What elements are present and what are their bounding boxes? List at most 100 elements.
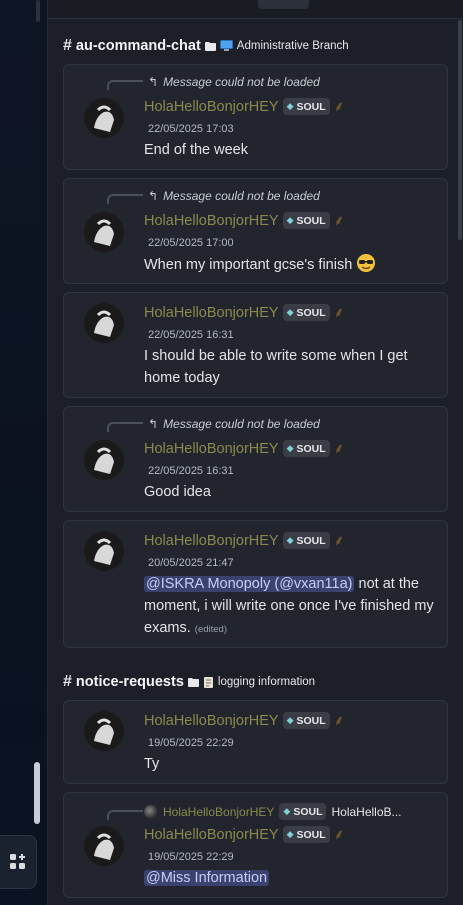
role-label: SOUL: [296, 100, 326, 113]
author-name[interactable]: HolaHelloBonjorHEY: [144, 99, 279, 115]
author-line: HolaHelloBonjorHEY ◆ SOUL ⸙: [144, 531, 344, 550]
message-content: @Miss Information: [144, 867, 434, 889]
timestamp: 20/05/2025 21:47: [148, 557, 234, 569]
sidebar-divider: [36, 0, 40, 22]
avatar[interactable]: [84, 98, 124, 138]
message-content: @ISKRA Monopoly (@vxan11a) not at the mo…: [144, 573, 434, 641]
wheat-icon: ⸙: [333, 712, 345, 728]
leaf-icon: ◆: [283, 806, 291, 816]
author-name[interactable]: HolaHelloBonjorHEY: [144, 441, 279, 457]
top-tab[interactable]: [258, 0, 309, 9]
channel-category: Administrative Branch: [236, 40, 349, 52]
scroll-icon: [203, 676, 213, 688]
author-name[interactable]: HolaHelloBonjorHEY: [144, 533, 279, 549]
reply-arrow-icon: ↰: [148, 75, 159, 89]
role-badge[interactable]: ◆ SOUL: [282, 212, 330, 229]
role-badge[interactable]: ◆ SOUL: [282, 304, 330, 321]
message-content: When my important gcse's finish: [144, 253, 434, 276]
message-content: Ty: [144, 756, 160, 772]
reply-text: Message could not be loaded: [163, 75, 320, 89]
apps-icon: [10, 854, 25, 869]
feed-scrollbar[interactable]: [458, 20, 462, 240]
author-line: HolaHelloBonjorHEY ◆ SOUL ⸙: [144, 97, 344, 116]
timestamp: 22/05/2025 17:03: [148, 123, 234, 135]
wheat-icon: ⸙: [333, 440, 345, 456]
message-card[interactable]: ↰ Message could not be loaded HolaHelloB…: [63, 64, 448, 170]
role-badge[interactable]: ◆ SOUL: [282, 712, 330, 729]
reply-connector: [107, 80, 143, 90]
sidebar-scrollbar[interactable]: [34, 762, 40, 824]
role-badge[interactable]: ◆ SOUL: [282, 440, 330, 457]
reply-preview[interactable]: ↰ Message could not be loaded: [148, 75, 320, 89]
author-line: HolaHelloBonjorHEY ◆ SOUL ⸙: [144, 439, 344, 458]
computer-icon: [219, 40, 233, 51]
author-name[interactable]: HolaHelloBonjorHEY: [144, 305, 279, 321]
author-line: HolaHelloBonjorHEY ◆ SOUL ⸙: [144, 825, 344, 844]
role-label: SOUL: [296, 214, 326, 227]
role-badge[interactable]: ◆ SOUL: [282, 98, 330, 115]
reply-connector: [107, 810, 143, 820]
leaf-icon: ◆: [286, 101, 294, 111]
user-mention[interactable]: @Miss Information: [144, 870, 270, 886]
role-label: SOUL: [296, 714, 326, 727]
reply-text: HolaHelloB...: [331, 804, 402, 819]
message-feed: # au-command-chat Administrative Branch …: [48, 0, 463, 905]
message-card[interactable]: HolaHelloBonjorHEY ◆ SOUL HolaHelloB... H…: [63, 792, 448, 898]
user-mention[interactable]: @ISKRA Monopoly (@vxan11a): [144, 576, 355, 592]
message-card[interactable]: HolaHelloBonjorHEY ◆ SOUL ⸙ 22/05/2025 16…: [63, 292, 448, 398]
channel-hash-icon: #: [63, 673, 72, 690]
folder-icon: [204, 41, 216, 51]
role-badge[interactable]: ◆ SOUL: [282, 532, 330, 549]
author-name[interactable]: HolaHelloBonjorHEY: [144, 213, 279, 229]
avatar[interactable]: [84, 212, 124, 252]
message-content: End of the week: [144, 142, 248, 158]
reply-preview[interactable]: HolaHelloBonjorHEY ◆ SOUL HolaHelloB...: [144, 803, 402, 820]
leaf-icon: ◆: [286, 307, 294, 317]
sunglasses-emoji-icon: [357, 254, 376, 272]
apps-button[interactable]: [0, 835, 37, 889]
message-content: I should be able to write some when I ge…: [144, 348, 408, 386]
timestamp: 19/05/2025 22:29: [148, 737, 234, 749]
reply-preview[interactable]: ↰ Message could not be loaded: [148, 189, 320, 203]
reply-connector: [107, 422, 143, 432]
channel-header-notice-requests[interactable]: # notice-requests logging information: [63, 672, 315, 692]
role-badge[interactable]: ◆ SOUL: [282, 826, 330, 843]
message-card[interactable]: HolaHelloBonjorHEY ◆ SOUL ⸙ 19/05/2025 22…: [63, 700, 448, 784]
reply-preview[interactable]: ↰ Message could not be loaded: [148, 417, 320, 431]
message-card[interactable]: ↰ Message could not be loaded HolaHelloB…: [63, 178, 448, 284]
role-label: SOUL: [296, 828, 326, 841]
author-name[interactable]: HolaHelloBonjorHEY: [144, 827, 279, 843]
leaf-icon: ◆: [286, 829, 294, 839]
leaf-icon: ◆: [286, 443, 294, 453]
channel-header-au-command-chat[interactable]: # au-command-chat Administrative Branch: [63, 36, 349, 56]
role-label: SOUL: [296, 306, 326, 319]
reply-arrow-icon: ↰: [148, 189, 159, 203]
avatar[interactable]: [84, 303, 124, 343]
message-card[interactable]: ↰ Message could not be loaded HolaHelloB…: [63, 406, 448, 512]
reply-arrow-icon: ↰: [148, 417, 159, 431]
avatar[interactable]: [84, 440, 124, 480]
wheat-icon: ⸙: [333, 98, 345, 114]
message-card[interactable]: HolaHelloBonjorHEY ◆ SOUL ⸙ 20/05/2025 21…: [63, 520, 448, 648]
avatar[interactable]: [84, 711, 124, 751]
reply-avatar: [144, 804, 158, 819]
author-name[interactable]: HolaHelloBonjorHEY: [144, 713, 279, 729]
avatar[interactable]: [84, 531, 124, 571]
role-label: SOUL: [296, 534, 326, 547]
reply-connector: [107, 194, 143, 204]
channel-name: notice-requests: [75, 674, 184, 690]
avatar[interactable]: [84, 826, 124, 866]
channel-category: logging information: [217, 676, 316, 688]
leaf-icon: ◆: [286, 715, 294, 725]
role-badge: ◆ SOUL: [279, 803, 327, 820]
timestamp: 22/05/2025 16:31: [148, 329, 234, 341]
timestamp: 19/05/2025 22:29: [148, 851, 234, 863]
author-line: HolaHelloBonjorHEY ◆ SOUL ⸙: [144, 711, 344, 730]
timestamp: 22/05/2025 16:31: [148, 465, 234, 477]
left-sidebar: [0, 0, 48, 905]
wheat-icon: ⸙: [333, 826, 345, 842]
edited-label: (edited): [194, 624, 227, 635]
reply-text: Message could not be loaded: [163, 417, 320, 431]
author-line: HolaHelloBonjorHEY ◆ SOUL ⸙: [144, 303, 344, 322]
reply-author: HolaHelloBonjorHEY: [163, 804, 275, 819]
